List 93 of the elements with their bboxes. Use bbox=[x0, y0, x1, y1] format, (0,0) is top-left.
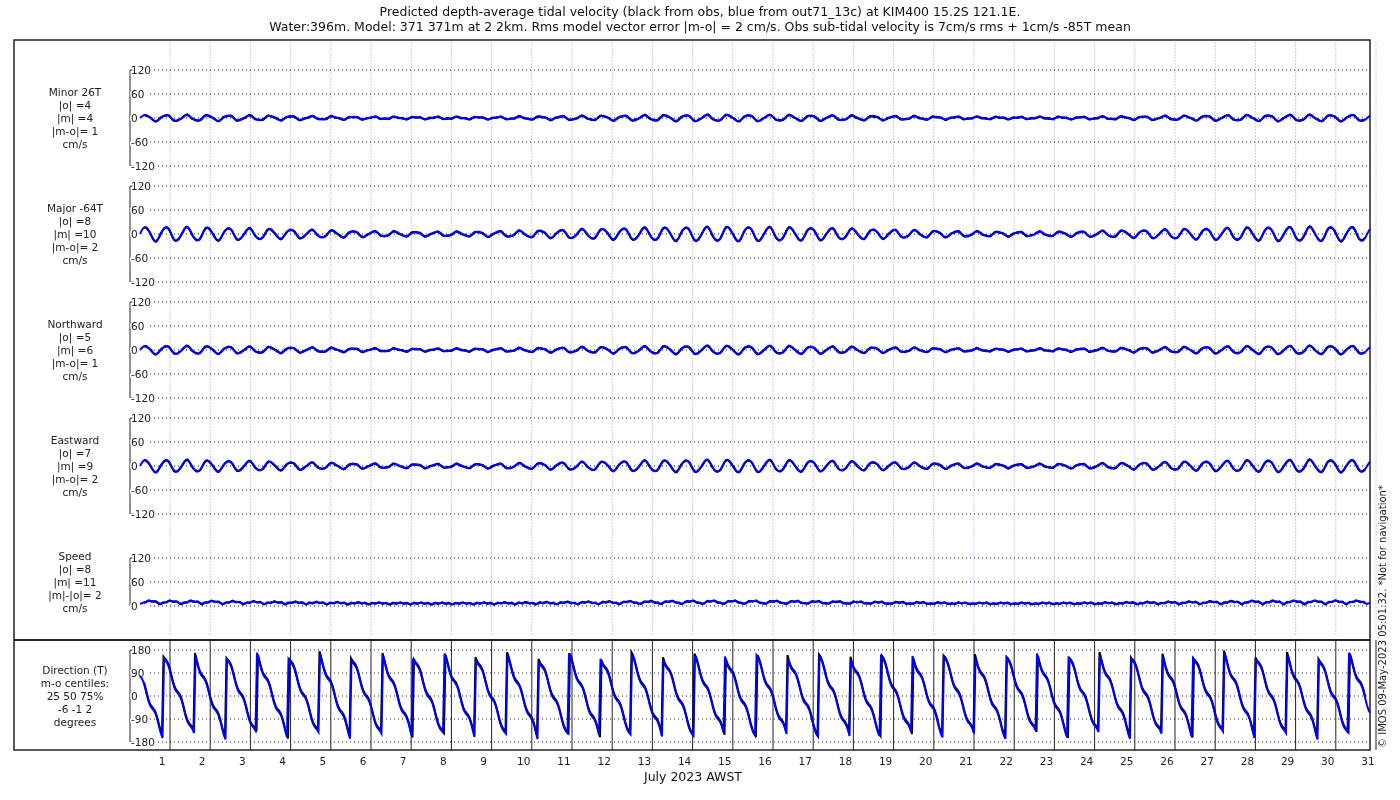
day-label: 8 bbox=[440, 755, 447, 767]
panel-label: |m-o|= 2 bbox=[51, 241, 99, 253]
day-label: 18 bbox=[838, 755, 853, 767]
day-label: 5 bbox=[319, 755, 327, 767]
tick-label: -120 bbox=[131, 508, 155, 520]
panel-label: |o| =5 bbox=[58, 331, 92, 343]
day-label: 7 bbox=[399, 755, 407, 767]
panel-label: Eastward bbox=[50, 434, 100, 446]
day-label: 15 bbox=[718, 755, 732, 767]
tick-label: -60 bbox=[131, 368, 149, 380]
tick-label: 60 bbox=[131, 204, 145, 216]
day-label: 2 bbox=[198, 755, 206, 767]
day-label: 4 bbox=[279, 755, 286, 767]
panel-label: |o| =8 bbox=[58, 563, 92, 575]
tick-label: -120 bbox=[131, 160, 155, 172]
panel-label: |m| =9 bbox=[56, 460, 94, 472]
day-label: 9 bbox=[480, 755, 487, 767]
tick-label: -60 bbox=[131, 136, 149, 148]
panel-label: |o| =4 bbox=[58, 99, 92, 111]
tick-label: 60 bbox=[131, 436, 145, 448]
panel-label: Northward bbox=[47, 318, 103, 330]
panel-label: |m|-|o|= 2 bbox=[48, 589, 102, 601]
tick-label: -60 bbox=[131, 484, 149, 496]
tick-label: 0 bbox=[131, 228, 138, 240]
day-label: 14 bbox=[677, 755, 692, 767]
day-label: 26 bbox=[1160, 755, 1174, 767]
tick-label: 120 bbox=[131, 180, 152, 192]
panel-label: Major -64T bbox=[46, 202, 104, 214]
panel-label: Direction (T) bbox=[42, 664, 108, 676]
tick-label: 0 bbox=[131, 112, 138, 124]
day-label: 3 bbox=[239, 755, 246, 767]
tick-label: -90 bbox=[131, 713, 149, 725]
day-label: 24 bbox=[1079, 755, 1094, 767]
panel-label: |o| =8 bbox=[58, 215, 92, 227]
day-label: 6 bbox=[359, 755, 367, 767]
tick-label: 0 bbox=[131, 344, 138, 356]
tick-label: 90 bbox=[131, 667, 145, 679]
day-label: 28 bbox=[1240, 755, 1255, 767]
panel-label: cm/s bbox=[62, 486, 88, 498]
panel-label: |m| =11 bbox=[53, 576, 97, 588]
panel-label: cm/s bbox=[62, 602, 88, 614]
panel-label: cm/s bbox=[62, 370, 88, 382]
day-label: 11 bbox=[557, 755, 571, 767]
day-label: 21 bbox=[959, 755, 973, 767]
tick-label: 180 bbox=[131, 644, 152, 656]
panel-label: Speed bbox=[58, 550, 92, 562]
tick-label: 0 bbox=[131, 460, 138, 472]
tick-label: 120 bbox=[131, 64, 152, 76]
day-label: 1 bbox=[158, 755, 166, 767]
tick-label: 60 bbox=[131, 576, 145, 588]
copyright-note: © IMOS 09-May-2023 05:01:32. *Not for navigation* bbox=[1377, 485, 1388, 748]
panel-label: |m-o|= 1 bbox=[51, 357, 99, 369]
panel-label: degrees bbox=[53, 716, 97, 728]
tick-label: 0 bbox=[131, 600, 138, 612]
tick-label: 60 bbox=[131, 88, 145, 100]
day-label: 17 bbox=[798, 755, 812, 767]
tick-label: 120 bbox=[131, 296, 152, 308]
tick-label: 0 bbox=[131, 690, 138, 702]
panel-label: |o| =7 bbox=[58, 447, 92, 459]
panel-label: |m-o|= 2 bbox=[51, 473, 99, 485]
panel-label: |m| =10 bbox=[53, 228, 97, 240]
panel-label: |m-o|= 1 bbox=[51, 125, 99, 137]
panel-label: cm/s bbox=[62, 138, 88, 150]
x-axis-label: July 2023 AWST bbox=[644, 769, 742, 784]
panel-label: -6 -1 2 bbox=[57, 703, 93, 715]
tick-label: -120 bbox=[131, 392, 155, 404]
day-label: 27 bbox=[1200, 755, 1214, 767]
tick-label: -60 bbox=[131, 252, 149, 264]
day-label: 20 bbox=[919, 755, 933, 767]
day-label: 22 bbox=[999, 755, 1013, 767]
tick-label: -120 bbox=[131, 276, 155, 288]
day-label: 25 bbox=[1120, 755, 1134, 767]
day-label: 10 bbox=[517, 755, 531, 767]
panel-label: |m| =4 bbox=[56, 112, 94, 124]
panel-label: 25 50 75% bbox=[46, 690, 104, 702]
day-label: 31 bbox=[1361, 755, 1375, 767]
panel-label: |m| =6 bbox=[56, 344, 94, 356]
day-label: 23 bbox=[1039, 755, 1054, 767]
tick-label: 60 bbox=[131, 320, 145, 332]
day-label: 13 bbox=[637, 755, 652, 767]
day-label: 19 bbox=[878, 755, 893, 767]
chart-title: Water:396m. Model: 371 371m at 2 2km. Rms model vector error |m-o| = 2 cm/s. Obs sub-tidal velocity is 7cm/s rms + 1cm/s -85T mean bbox=[269, 19, 1131, 34]
tick-label: 120 bbox=[131, 552, 152, 564]
day-label: 16 bbox=[758, 755, 772, 767]
day-label: 29 bbox=[1280, 755, 1295, 767]
day-label: 12 bbox=[597, 755, 611, 767]
day-label: 30 bbox=[1321, 755, 1335, 767]
panel-label: m-o centiles: bbox=[40, 677, 110, 689]
panel-label: Minor 26T bbox=[48, 86, 102, 98]
panel-label: cm/s bbox=[62, 254, 88, 266]
tick-label: -180 bbox=[131, 736, 155, 748]
chart-title: Predicted depth-average tidal velocity (black from obs, blue from out71_13c) at KIM400 15.2S 121.1E. bbox=[379, 4, 1021, 19]
tick-label: 120 bbox=[131, 412, 152, 424]
